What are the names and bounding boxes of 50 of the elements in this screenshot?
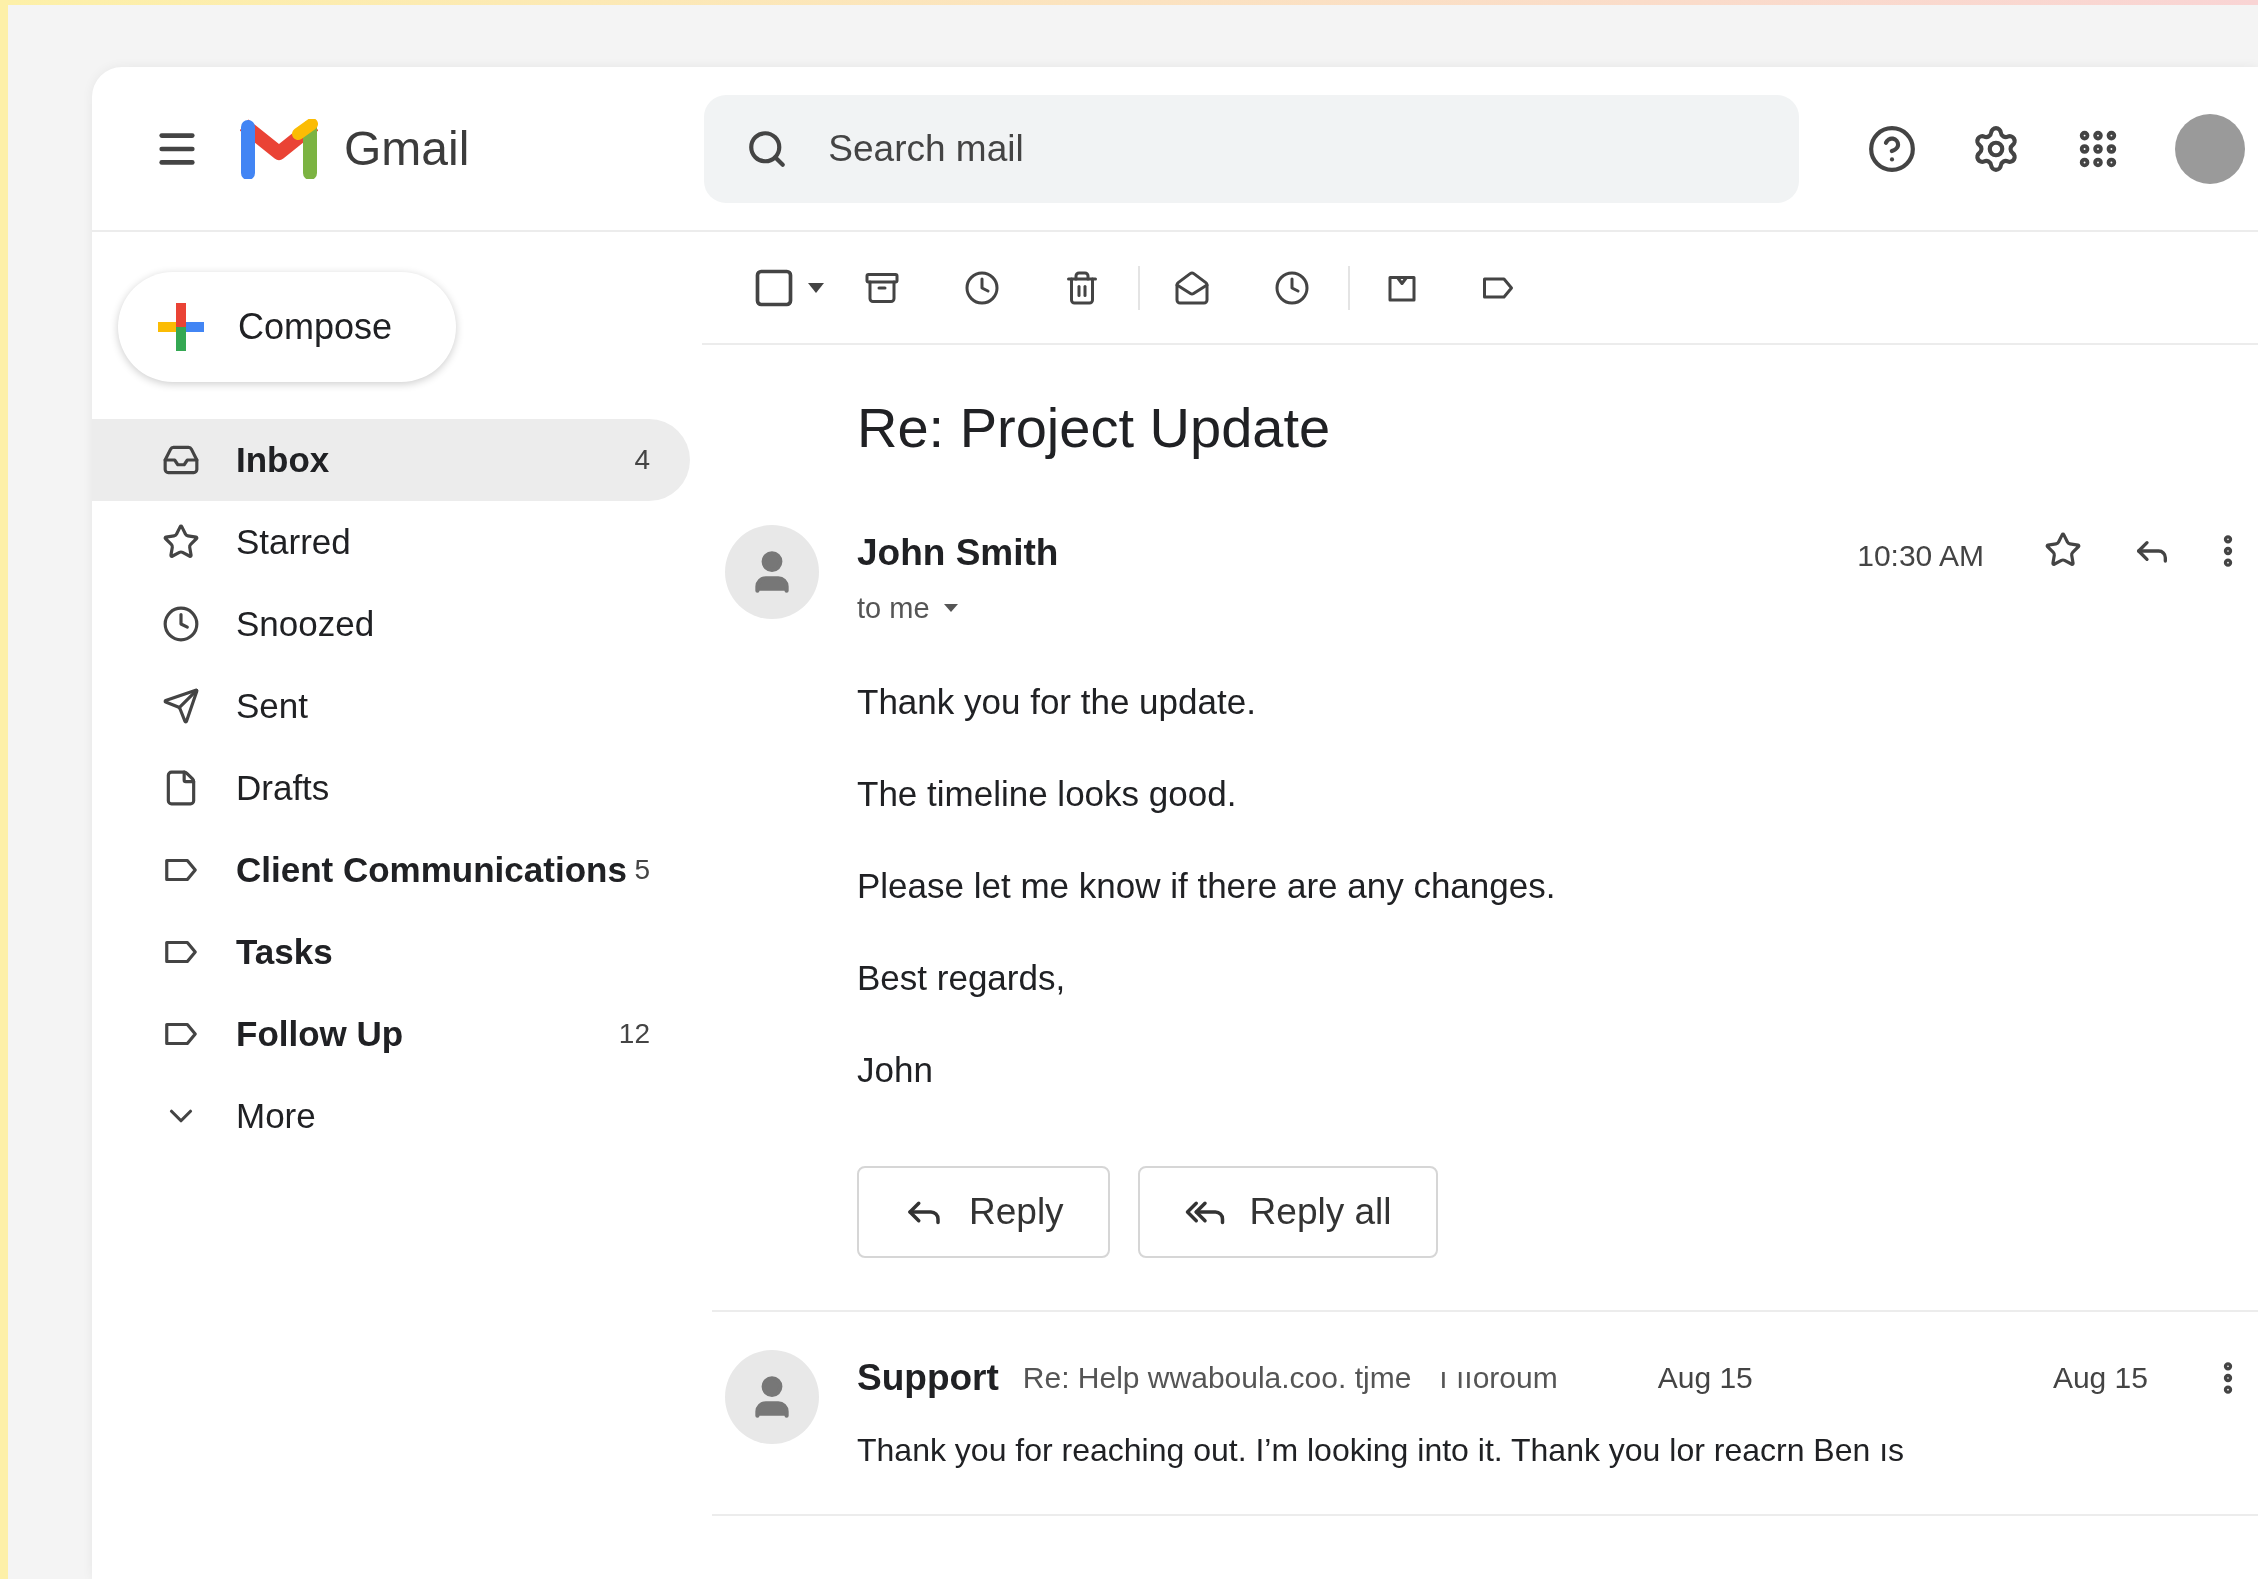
nav-label: Inbox: [236, 438, 330, 481]
message-paragraph: The timeline looks good.: [857, 773, 1238, 815]
nav-label: Follow Up: [236, 1012, 404, 1055]
nav-label: Sent: [236, 684, 308, 727]
time: 10:30 AM: [1857, 538, 1984, 574]
search-field[interactable]: Search mail: [704, 94, 1800, 203]
recipient-text: to me: [857, 590, 930, 626]
sender-name: John Smith: [857, 531, 1059, 575]
nav-label: Drafts: [236, 766, 330, 809]
reply-all-button[interactable]: Reply all: [1137, 1166, 1438, 1258]
message-paragraph: Thank you for the update.: [857, 681, 1257, 723]
count: 12: [618, 1017, 650, 1051]
nav-label: Starred: [236, 520, 351, 563]
caret-icon: [808, 282, 824, 293]
nav-item[interactable]: Client Communications 5: [92, 829, 690, 911]
reply-button[interactable]: Reply: [857, 1166, 1110, 1258]
nav-item[interactable]: Snoozed: [92, 583, 690, 665]
count: 4: [634, 443, 650, 477]
email-snippet: Thank you for reaching out. I’m looking into it. Thank you lor reacrn Ben ıs: [857, 1430, 1906, 1470]
message-paragraph: John: [857, 1049, 934, 1091]
plus-icon: [158, 303, 204, 351]
nav-item[interactable]: Inbox 4: [92, 419, 690, 501]
nav-item[interactable]: Sent: [92, 665, 690, 747]
send-icon: [162, 687, 200, 725]
clock-icon: [162, 605, 200, 643]
email-subject: Re: Project Update: [857, 395, 1332, 461]
nav-label: Client Communications: [236, 848, 627, 891]
sender-name: Support: [857, 1356, 999, 1400]
nav-item[interactable]: Drafts: [92, 747, 690, 829]
email-subject: Re: Help wwaboula.coo. tjme: [1022, 1360, 1412, 1397]
nav-item[interactable]: Follow Up 12: [92, 993, 690, 1075]
nav-item[interactable]: More: [92, 1075, 690, 1157]
compose-button[interactable]: Compose: [118, 272, 456, 382]
star-icon: [162, 523, 200, 561]
help-icon[interactable]: [1867, 123, 1918, 174]
message-paragraph: Best regards,: [857, 957, 1067, 999]
product-name: Gmail: [344, 120, 470, 177]
nav-item[interactable]: Tasks: [92, 911, 690, 993]
caret-icon[interactable]: [943, 604, 958, 613]
date: Aug 15: [1657, 1360, 1753, 1397]
gmail-logo-icon: [240, 118, 318, 179]
nav-label: Tasks: [236, 930, 333, 973]
nav-item[interactable]: Starred: [92, 501, 690, 583]
date: Aug 15: [2052, 1360, 2148, 1397]
count: 5: [634, 853, 650, 887]
nav-label: More: [236, 1094, 316, 1137]
star-icon[interactable]: [2044, 531, 2082, 569]
nav-label: Snoozed: [236, 602, 375, 645]
email-subject: ı ııoroum: [1439, 1360, 1558, 1397]
message-paragraph: Please let me know if there are any changes.: [857, 865, 1557, 907]
